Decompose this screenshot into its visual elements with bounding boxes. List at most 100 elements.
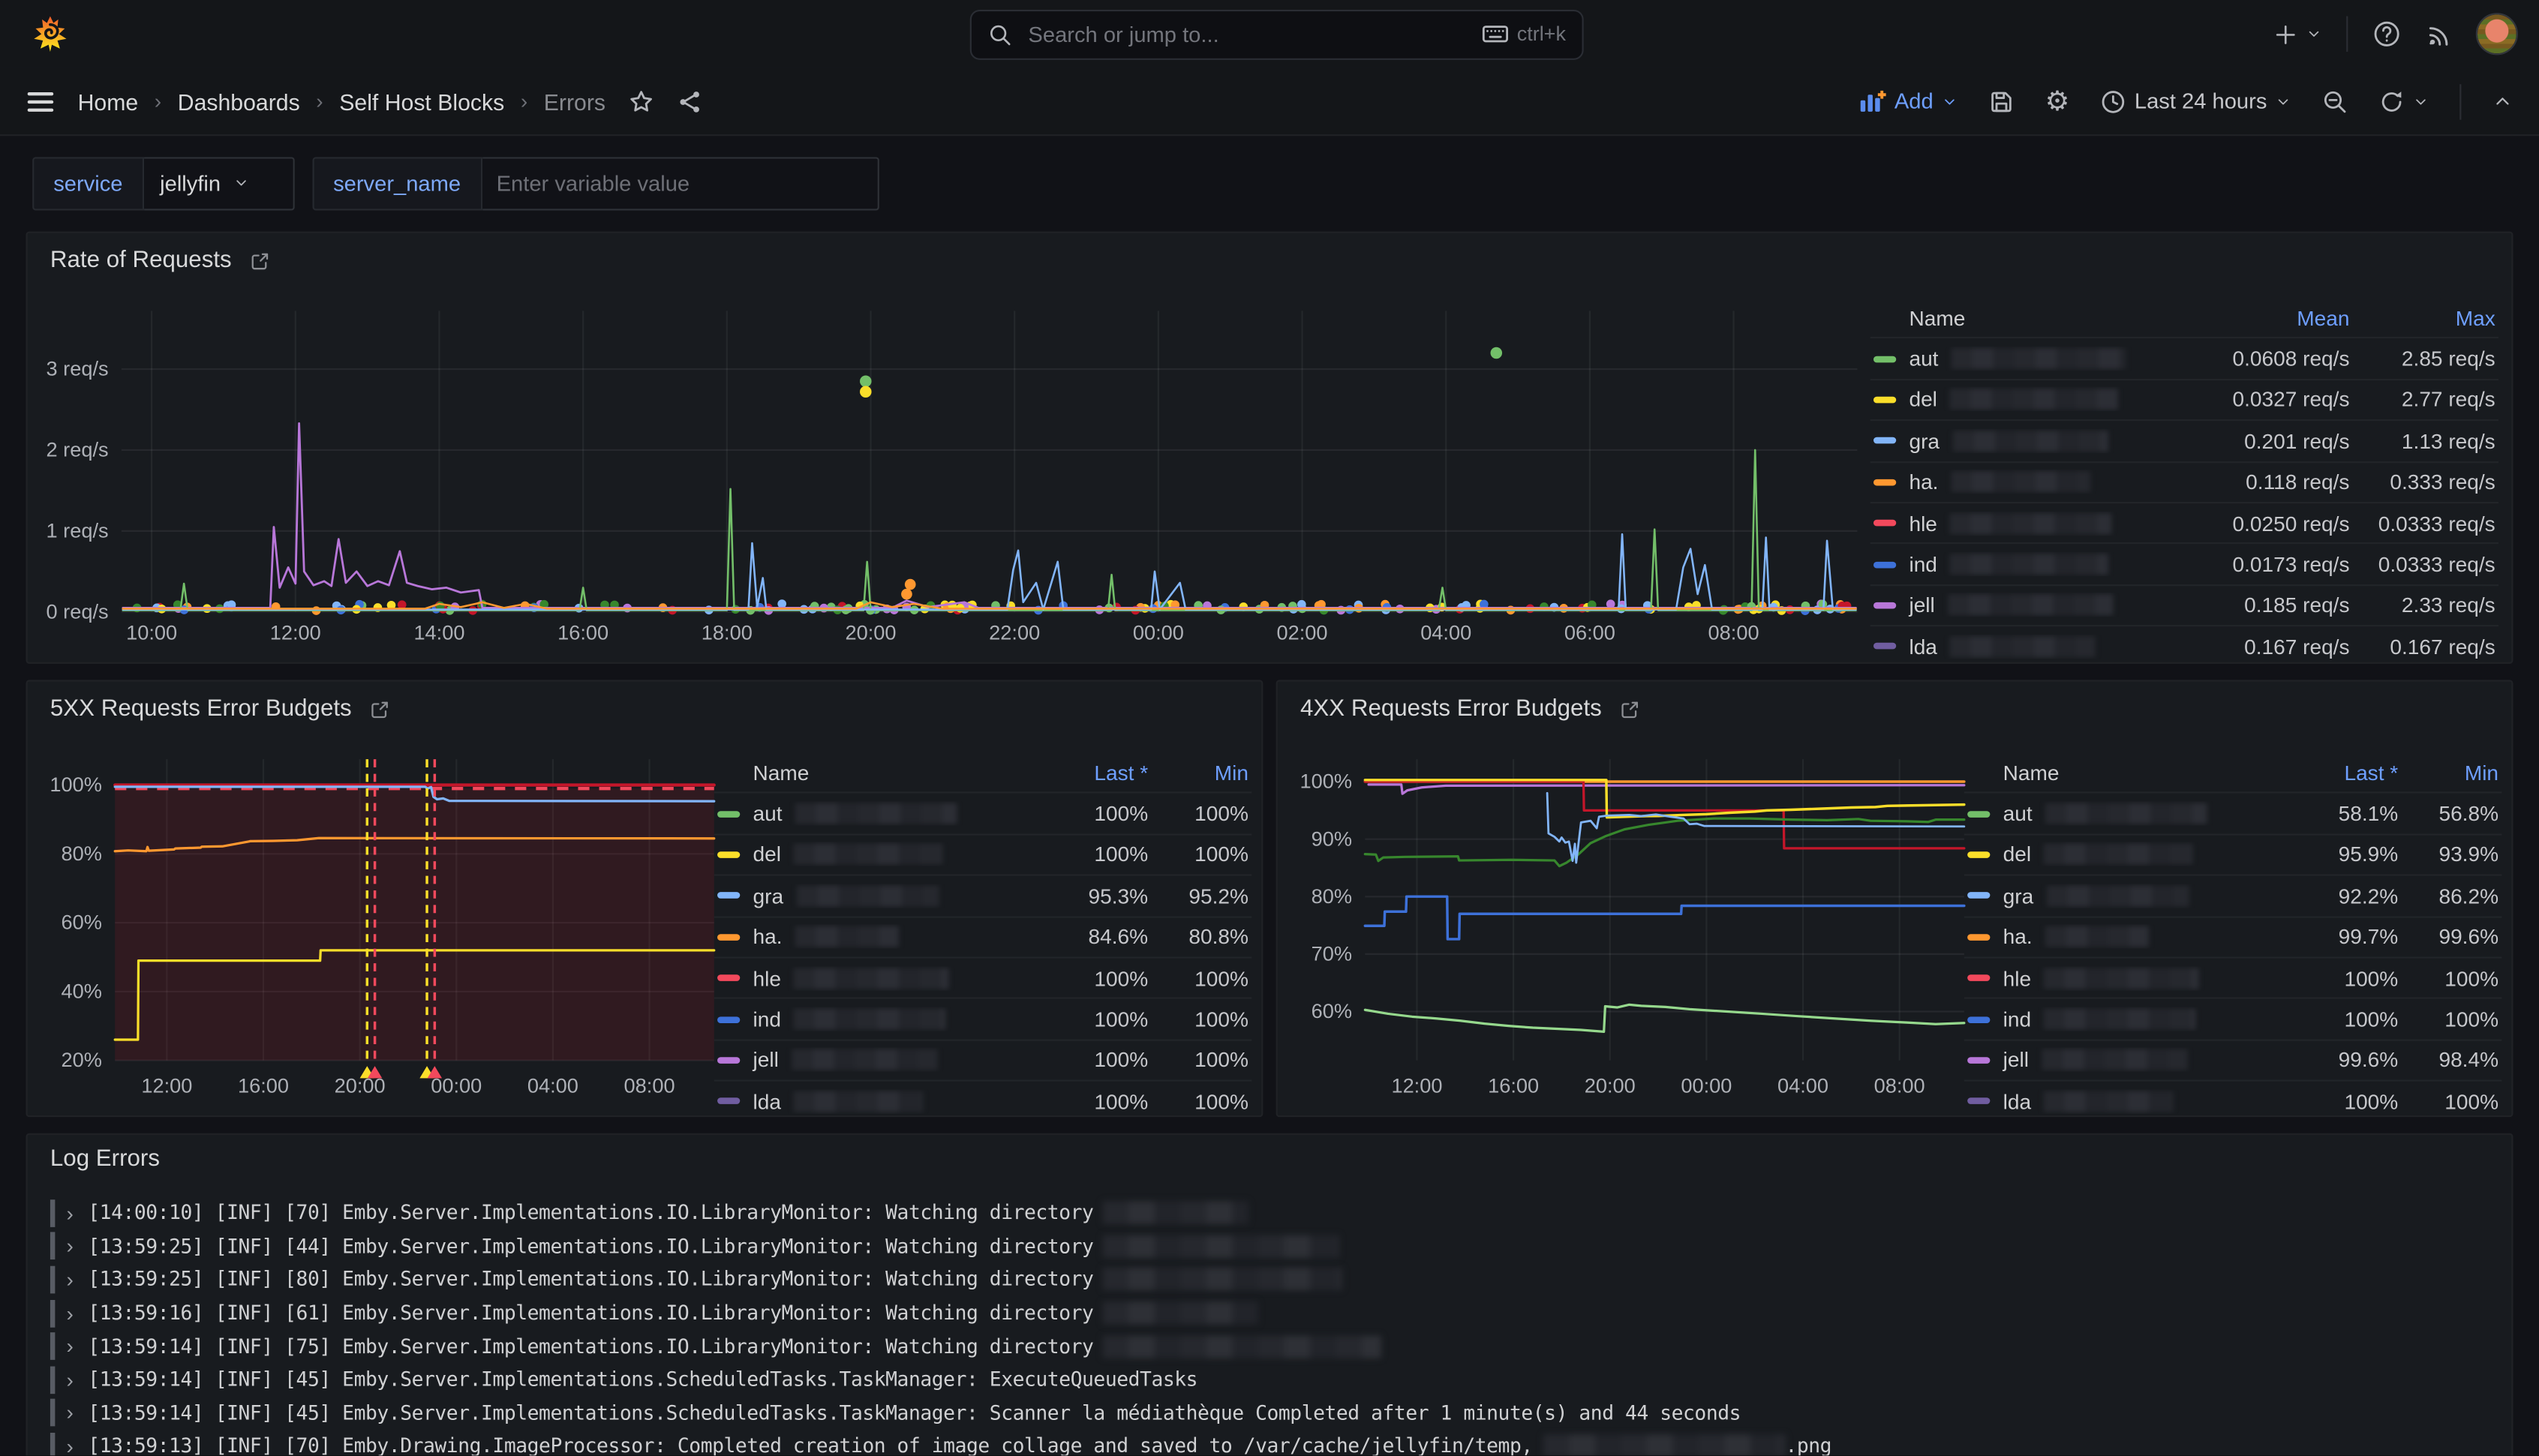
legend-series-name[interactable]: hle	[1870, 511, 2178, 535]
panel-title[interactable]: 4XX Requests Error Budgets	[1300, 696, 1641, 722]
legend-row[interactable]: lda0.167 req/s0.167 req/s	[1870, 625, 2498, 666]
legend-row[interactable]: del0.0327 req/s2.77 req/s	[1870, 379, 2498, 420]
legend-series-name[interactable]: aut	[1870, 347, 2178, 371]
legend-row[interactable]: ha.0.118 req/s0.333 req/s	[1870, 461, 2498, 502]
legend-series-name[interactable]: gra	[714, 884, 1044, 908]
legend-header-mean[interactable]: Mean	[2178, 305, 2353, 329]
4xx-error-budget-chart[interactable]: 12:0016:0020:0000:0004:0008:0060%70%80%9…	[1291, 740, 1977, 1112]
rate-of-requests-chart[interactable]: 10:0012:0014:0016:0018:0020:0022:0000:00…	[41, 298, 1873, 650]
legend-series-name[interactable]: jell	[1964, 1048, 2294, 1072]
log-row[interactable]: ›[14:00:10] [INF] [70] Emby.Server.Imple…	[50, 1196, 2495, 1229]
news-icon[interactable]	[2426, 20, 2453, 48]
legend-series-name[interactable]: lda	[1964, 1089, 2294, 1113]
legend-series-name[interactable]: aut	[714, 801, 1044, 825]
legend-series-name[interactable]: gra	[1870, 429, 2178, 453]
log-row[interactable]: ›[13:59:16] [INF] [61] Emby.Server.Imple…	[50, 1296, 2495, 1329]
server-name-variable-input[interactable]	[482, 156, 879, 209]
legend-series-name[interactable]: ha.	[1964, 925, 2294, 949]
expand-icon[interactable]: ›	[66, 1234, 73, 1258]
external-link-icon[interactable]	[249, 250, 270, 271]
legend-series-name[interactable]: jell	[714, 1048, 1044, 1072]
legend-row[interactable]: hle0.0250 req/s0.0333 req/s	[1870, 502, 2498, 543]
expand-icon[interactable]: ›	[66, 1334, 73, 1358]
expand-icon[interactable]: ›	[66, 1301, 73, 1325]
legend-row[interactable]: ind100%100%	[1964, 998, 2502, 1039]
legend-header-name[interactable]: Name	[714, 761, 1044, 785]
legend-row[interactable]: ind0.0173 req/s0.0333 req/s	[1870, 543, 2498, 584]
panel-title[interactable]: Log Errors	[50, 1146, 160, 1172]
breadcrumb-folder[interactable]: Self Host Blocks	[339, 89, 504, 115]
user-avatar[interactable]	[2477, 14, 2516, 53]
expand-icon[interactable]: ›	[66, 1367, 73, 1391]
legend-row[interactable]: del95.9%93.9%	[1964, 833, 2502, 875]
collapse-icon[interactable]	[2492, 91, 2513, 112]
search-bar[interactable]: ctrl+k	[970, 9, 1584, 59]
legend-row[interactable]: hle100%100%	[714, 956, 1252, 998]
legend-row[interactable]: ha.84.6%80.8%	[714, 916, 1252, 957]
breadcrumb-dashboards[interactable]: Dashboards	[178, 89, 300, 115]
refresh-button[interactable]	[2378, 89, 2429, 115]
legend-row[interactable]: jell100%100%	[714, 1039, 1252, 1080]
legend-row[interactable]: del100%100%	[714, 833, 1252, 875]
legend-header-max[interactable]: Max	[2353, 305, 2498, 329]
add-button[interactable]: Add	[1858, 89, 1958, 113]
legend-row[interactable]: gra95.3%95.2%	[714, 875, 1252, 916]
share-icon[interactable]	[677, 89, 703, 115]
add-menu-button[interactable]	[2273, 22, 2322, 46]
legend-header-last[interactable]: Last *	[1044, 761, 1151, 785]
service-variable-select[interactable]: jellyfin	[144, 156, 295, 209]
legend-row[interactable]: jell99.6%98.4%	[1964, 1039, 2502, 1080]
expand-icon[interactable]: ›	[66, 1434, 73, 1456]
legend-row[interactable]: lda100%100%	[1964, 1080, 2502, 1121]
external-link-icon[interactable]	[1620, 698, 1641, 719]
zoom-out-icon[interactable]	[2322, 89, 2348, 115]
legend-series-name[interactable]: del	[1964, 842, 2294, 866]
legend-header-name[interactable]: Name	[1964, 761, 2294, 785]
legend-row[interactable]: lda100%100%	[714, 1080, 1252, 1121]
legend-series-name[interactable]: ha.	[1870, 470, 2178, 494]
external-link-icon[interactable]	[369, 698, 390, 719]
menu-icon[interactable]	[26, 89, 56, 115]
5xx-error-budget-chart[interactable]: 12:0016:0020:0000:0004:0008:0020%40%60%8…	[41, 740, 727, 1112]
log-row[interactable]: ›[13:59:25] [INF] [80] Emby.Server.Imple…	[50, 1263, 2495, 1296]
legend-header-min[interactable]: Min	[2402, 761, 2502, 785]
log-row[interactable]: ›[13:59:25] [INF] [44] Emby.Server.Imple…	[50, 1229, 2495, 1262]
breadcrumb-home[interactable]: Home	[78, 89, 139, 115]
log-row[interactable]: ›[13:59:14] [INF] [45] Emby.Server.Imple…	[50, 1397, 2495, 1430]
legend-header-name[interactable]: Name	[1870, 305, 2178, 329]
search-input[interactable]	[1025, 20, 1468, 48]
legend-row[interactable]: aut100%100%	[714, 792, 1252, 833]
legend-series-name[interactable]: ind	[714, 1007, 1044, 1031]
help-icon[interactable]	[2372, 20, 2402, 49]
legend-series-name[interactable]: del	[1870, 388, 2178, 412]
legend-series-name[interactable]: ind	[1870, 552, 2178, 576]
legend-row[interactable]: gra0.201 req/s1.13 req/s	[1870, 419, 2498, 461]
legend-series-name[interactable]: del	[714, 842, 1044, 866]
time-range-picker[interactable]: Last 24 hours	[2101, 89, 2291, 115]
legend-header-last[interactable]: Last *	[2294, 761, 2401, 785]
legend-row[interactable]: gra92.2%86.2%	[1964, 875, 2502, 916]
log-row[interactable]: ›[13:59:14] [INF] [45] Emby.Server.Imple…	[50, 1363, 2495, 1396]
log-row[interactable]: ›[13:59:14] [INF] [75] Emby.Server.Imple…	[50, 1330, 2495, 1363]
legend-series-name[interactable]: ha.	[714, 925, 1044, 949]
expand-icon[interactable]: ›	[66, 1401, 73, 1425]
star-icon[interactable]	[628, 89, 654, 115]
grafana-logo-icon[interactable]	[31, 14, 70, 53]
settings-icon[interactable]: ⚙	[2045, 88, 2070, 116]
panel-title[interactable]: 5XX Requests Error Budgets	[50, 696, 391, 722]
legend-row[interactable]: aut58.1%56.8%	[1964, 792, 2502, 833]
legend-series-name[interactable]: lda	[1870, 635, 2178, 659]
legend-series-name[interactable]: ind	[1964, 1007, 2294, 1031]
legend-row[interactable]: aut0.0608 req/s2.85 req/s	[1870, 338, 2498, 379]
legend-row[interactable]: ind100%100%	[714, 998, 1252, 1039]
legend-row[interactable]: ha.99.7%99.6%	[1964, 916, 2502, 957]
save-icon[interactable]	[1988, 89, 2015, 115]
legend-row[interactable]: hle100%100%	[1964, 956, 2502, 998]
legend-series-name[interactable]: jell	[1870, 593, 2178, 617]
legend-header-min[interactable]: Min	[1151, 761, 1251, 785]
expand-icon[interactable]: ›	[66, 1201, 73, 1225]
legend-series-name[interactable]: gra	[1964, 884, 2294, 908]
legend-series-name[interactable]: hle	[1964, 966, 2294, 990]
legend-series-name[interactable]: lda	[714, 1089, 1044, 1113]
legend-series-name[interactable]: hle	[714, 966, 1044, 990]
